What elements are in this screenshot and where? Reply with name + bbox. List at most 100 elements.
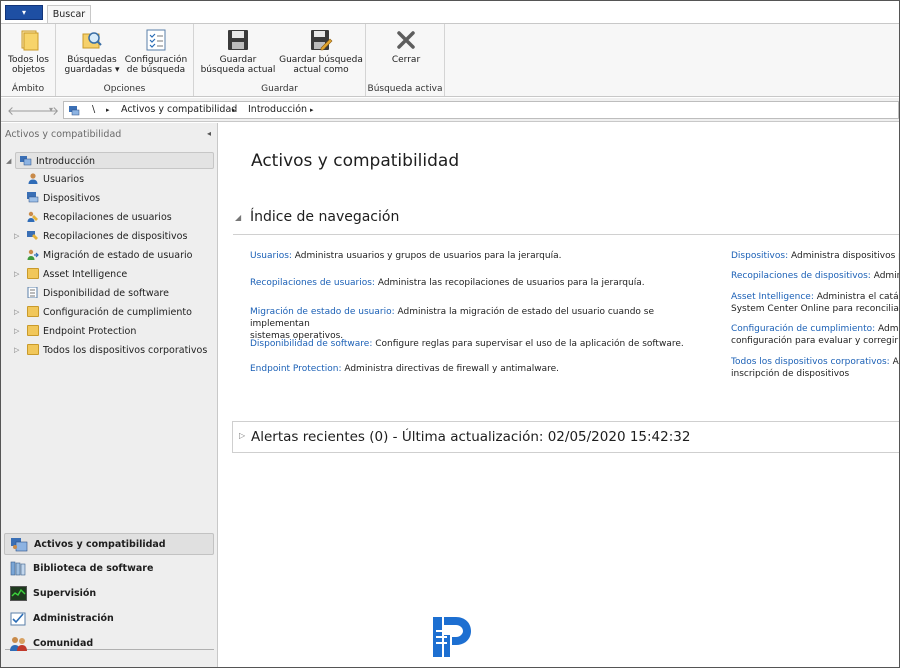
expand-arrow-icon[interactable]: ▷: [239, 431, 245, 440]
tree-item-recopilaciones-dispositivos[interactable]: Recopilaciones de dispositivos: [27, 228, 187, 245]
breadcrumb-separator-icon[interactable]: ▸: [106, 102, 110, 118]
recent-alerts-header[interactable]: ▷ Alertas recientes (0) - Última actuali…: [232, 421, 899, 453]
folder-icon: [27, 306, 39, 317]
tree-item-endpoint-protection[interactable]: Endpoint Protection: [27, 323, 136, 340]
main-content: Activos y compatibilidad ◢ Índice de nav…: [219, 123, 899, 667]
link-migracion-estado[interactable]: Migración de estado de usuario:: [250, 307, 395, 317]
link-asset-intelligence[interactable]: Asset Intelligence:: [731, 292, 814, 302]
breadcrumb-separator-icon[interactable]: ▸: [232, 102, 236, 118]
link-usuarios[interactable]: Usuarios:: [250, 251, 292, 261]
tree-item-configuracion-cumplimiento[interactable]: Configuración de cumplimiento: [27, 304, 192, 321]
nav-entry-recopilaciones-dispositivos: Recopilaciones de dispositivos: Adminis: [731, 271, 899, 281]
tree-item-todos-dispositivos-corporativos[interactable]: Todos los dispositivos corporativos: [27, 342, 207, 359]
ribbon-group-busqueda-activa: Cerrar Búsqueda activa: [366, 24, 445, 96]
link-configuracion-cumplimiento[interactable]: Configuración de cumplimiento:: [731, 324, 875, 334]
nav-entry-recopilaciones-usuarios: Recopilaciones de usuarios: Administra l…: [250, 278, 645, 288]
device-icon: [27, 192, 39, 203]
close-search-button[interactable]: Cerrar: [376, 28, 436, 65]
ribbon-group-label: Búsqueda activa: [367, 84, 443, 94]
ribbon-tab-row: ▾ Buscar: [1, 1, 899, 24]
folder-icon: [27, 268, 39, 279]
all-objects-button[interactable]: Todos los objetos: [5, 28, 52, 75]
tab-buscar[interactable]: Buscar: [47, 5, 91, 24]
nav-entry-endpoint-protection: Endpoint Protection: Administra directiv…: [250, 364, 559, 374]
tree-item-recopilaciones-usuarios[interactable]: Recopilaciones de usuarios: [27, 209, 172, 226]
user-migration-icon: [27, 249, 39, 260]
forward-arrow-icon[interactable]: 🡒: [27, 103, 59, 118]
expand-arrow-icon[interactable]: ▷: [14, 266, 19, 283]
breadcrumb[interactable]: \ ▸ Activos y compatibilidad ▸ Introducc…: [63, 101, 899, 119]
collapse-arrow-icon[interactable]: ◢: [235, 213, 241, 222]
nav-entry-migracion-estado: Migración de estado de usuario: Administ…: [250, 307, 655, 341]
saved-searches-button[interactable]: Búsquedas guardadas ▾: [60, 28, 124, 75]
navigation-index-header[interactable]: ◢ Índice de navegación: [233, 207, 899, 235]
tree-item-asset-intelligence[interactable]: Asset Intelligence: [27, 266, 127, 283]
folder-icon: [27, 325, 39, 336]
nav-entry-todos-dispositivos-corporativos: Todos los dispositivos corporativos: Adr…: [731, 357, 899, 379]
ribbon-group-label: Guardar: [261, 84, 298, 94]
navigation-pane: Activos y compatibilidad ◂ ◢ Introducció…: [1, 123, 218, 667]
workspace-administracion[interactable]: Administración: [4, 608, 214, 630]
community-icon: [10, 637, 27, 651]
checklist-icon: [146, 29, 166, 51]
monitoring-icon: [10, 586, 27, 601]
workspace-supervision[interactable]: Supervisión: [4, 583, 214, 605]
save-current-search-button[interactable]: Guardar búsqueda actual: [198, 28, 278, 75]
floppy-disk-icon: [228, 30, 248, 50]
watermark-logo-icon: [433, 617, 471, 657]
close-icon: [397, 31, 415, 49]
breadcrumb-activos[interactable]: Activos y compatibilidad: [121, 102, 237, 118]
tree-item-usuarios[interactable]: Usuarios: [27, 171, 84, 188]
ribbon-group-label: Ámbito: [11, 84, 45, 94]
nav-entry-configuracion-cumplimiento: Configuración de cumplimiento: Admin con…: [731, 324, 899, 346]
workspace-activos-compatibilidad[interactable]: Activos y compatibilidad: [4, 533, 214, 555]
assets-workspace-icon: [11, 538, 28, 552]
ribbon: Todos los objetos Ámbito Búsquedas guard…: [1, 23, 899, 97]
link-recopilaciones-usuarios[interactable]: Recopilaciones de usuarios:: [250, 278, 375, 288]
device-collection-icon: [27, 231, 38, 240]
ribbon-group-ambito: Todos los objetos Ámbito: [1, 24, 56, 96]
administration-icon: [10, 612, 26, 626]
link-todos-dispositivos-corporativos[interactable]: Todos los dispositivos corporativos:: [731, 357, 890, 367]
breadcrumb-introduccion[interactable]: Introducción: [248, 102, 307, 118]
ribbon-group-opciones: Búsquedas guardadas ▾ Configuración de b…: [56, 24, 194, 96]
nav-entry-disponibilidad-software: Disponibilidad de software: Configure re…: [250, 339, 684, 349]
save-search-as-button[interactable]: Guardar búsqueda actual como: [278, 28, 364, 75]
address-bar: 🡐 🡒 ▾ \ ▸ Activos y compatibilidad ▸ Int…: [1, 98, 899, 122]
link-dispositivos[interactable]: Dispositivos:: [731, 251, 788, 261]
ribbon-group-guardar: Guardar búsqueda actual Guardar búsqueda…: [194, 24, 366, 96]
expand-arrow-icon[interactable]: ▷: [14, 228, 19, 245]
collapse-arrow-icon[interactable]: ◢: [6, 153, 11, 170]
chevron-down-icon: ▾: [21, 8, 26, 17]
workspace-comunidad[interactable]: Comunidad: [4, 633, 214, 655]
nav-entry-dispositivos: Dispositivos: Administra dispositivos pa…: [731, 251, 899, 261]
link-recopilaciones-dispositivos[interactable]: Recopilaciones de dispositivos:: [731, 271, 871, 281]
tree-item-migracion-estado[interactable]: Migración de estado de usuario: [27, 247, 192, 264]
application-menu-button[interactable]: ▾: [5, 5, 43, 20]
nav-entry-asset-intelligence: Asset Intelligence: Administra el catálo…: [731, 292, 899, 314]
software-library-icon: [10, 561, 26, 576]
all-objects-icon: [21, 30, 38, 51]
workspace-biblioteca-software[interactable]: Biblioteca de software: [4, 558, 214, 580]
tree-item-disponibilidad-software[interactable]: Disponibilidad de software: [27, 285, 169, 302]
expand-arrow-icon[interactable]: ▷: [14, 304, 19, 321]
tree-item-dispositivos[interactable]: Dispositivos: [27, 190, 100, 207]
collapse-pane-icon[interactable]: ◂: [207, 129, 211, 138]
search-settings-button[interactable]: Configuración de búsqueda: [124, 28, 188, 75]
breadcrumb-separator-icon[interactable]: ▸: [310, 102, 314, 118]
link-endpoint-protection[interactable]: Endpoint Protection:: [250, 364, 341, 374]
floppy-disk-edit-icon: [311, 30, 333, 51]
history-dropdown-icon[interactable]: ▾: [49, 105, 53, 114]
expand-arrow-icon[interactable]: ▷: [14, 323, 19, 340]
tree-item-introduccion[interactable]: Introducción: [15, 152, 214, 169]
user-icon: [28, 173, 38, 184]
link-disponibilidad-software[interactable]: Disponibilidad de software:: [250, 339, 372, 349]
expand-arrow-icon[interactable]: ▷: [14, 342, 19, 359]
user-collection-icon: [27, 211, 38, 222]
ribbon-group-label: Opciones: [103, 84, 146, 94]
folder-icon: [27, 344, 39, 355]
breadcrumb-root[interactable]: \: [92, 102, 95, 118]
pane-header: Activos y compatibilidad: [5, 129, 122, 140]
overview-icon: [20, 156, 32, 166]
nav-entry-usuarios: Usuarios: Administra usuarios y grupos d…: [250, 251, 562, 261]
